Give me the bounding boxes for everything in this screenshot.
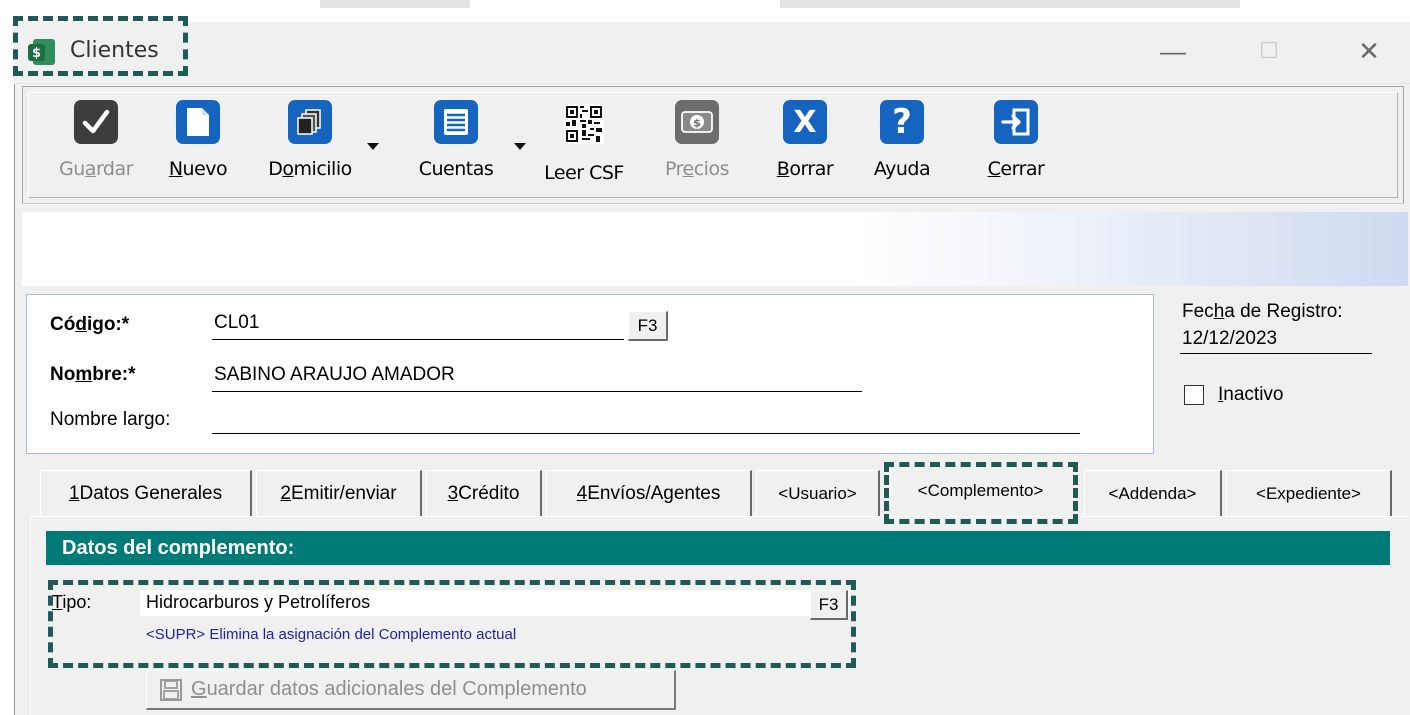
domicilio-button[interactable]: Domicilio [262,100,358,196]
guardar-label: Guardar [59,158,133,180]
maximize-button[interactable]: ☐ [1246,30,1292,72]
borrar-button[interactable]: X Borrar [770,100,840,196]
money-icon: $ [675,100,719,144]
codigo-lookup-button[interactable]: F3 [628,311,668,341]
exit-door-icon [994,100,1038,144]
precios-label: Precios [665,158,729,180]
cuentas-dropdown-icon[interactable] [514,143,526,150]
close-window-button[interactable]: ✕ [1346,30,1392,72]
tab-addenda[interactable]: <Addenda> [1084,470,1222,516]
title-highlight-box [13,16,188,76]
leer-csf-button[interactable]: Leer CSF [534,104,634,200]
tab-credito[interactable]: 3 Crédito [426,470,542,516]
qr-code-icon [564,104,604,144]
minimize-button[interactable]: — [1150,30,1196,72]
codigo-field[interactable]: CL01 [212,312,624,340]
leer-csf-label: Leer CSF [544,162,624,184]
nuevo-button[interactable]: Nuevo [160,100,236,196]
help-icon: ? [880,100,924,144]
nombre-largo-label: Nombre largo: [50,409,171,430]
nuevo-label: Nuevo [168,158,228,180]
minimize-icon: — [1160,35,1186,66]
nombre-label: Nombre:* [50,364,136,385]
close-icon: ✕ [1358,35,1380,66]
tab-envios-agentes[interactable]: 4 Envíos/Agentes [546,470,752,516]
header-band [22,212,1408,286]
cuentas-button[interactable]: Cuentas [410,100,502,196]
domicilio-dropdown-icon[interactable] [367,143,379,150]
address-book-icon [288,100,332,144]
cerrar-label: Cerrar [987,158,1045,180]
cerrar-button[interactable]: Cerrar [980,100,1052,196]
inactivo-checkbox[interactable] [1184,385,1204,405]
maximize-icon: ☐ [1259,38,1279,63]
tab-emitir-enviar[interactable]: 2 Emitir/enviar [256,470,422,516]
cuentas-label: Cuentas [418,158,494,180]
list-icon [434,100,478,144]
fecha-registro-label: Fecha de Registro: [1182,301,1343,322]
delete-x-icon: X [783,100,827,144]
tab-expediente[interactable]: <Expediente> [1226,470,1392,516]
guardar-button[interactable]: Guardar [52,100,140,196]
tab-datos-generales[interactable]: 1 Datos Generales [40,470,252,516]
title-bar [14,22,1410,84]
guardar-complemento-label: Guardar datos adicionales del Complement… [191,678,587,700]
svg-text:$: $ [693,117,701,130]
fecha-registro-field[interactable]: 12/12/2023 [1180,328,1372,354]
precios-button[interactable]: $ Precios [656,100,738,196]
codigo-label: Código:* [50,314,130,335]
save-disk-icon [159,678,183,702]
tab-usuario[interactable]: <Usuario> [756,470,880,516]
section-header: Datos del complemento: [46,531,1390,565]
ayuda-label: Ayuda [873,158,931,180]
borrar-label: Borrar [776,158,834,180]
nombre-largo-field[interactable] [212,406,1080,434]
complemento-tab-highlight-box [884,462,1078,524]
tipo-highlight-box [48,580,856,668]
domicilio-label: Domicilio [268,158,352,180]
ayuda-button[interactable]: ? Ayuda [864,100,940,196]
nombre-field[interactable]: SABINO ARAUJO AMADOR [212,364,862,392]
inactivo-label: Inactivo [1218,384,1284,405]
guardar-complemento-button[interactable]: Guardar datos adicionales del Complement… [146,670,676,710]
new-document-icon [176,100,220,144]
checkmark-icon [74,100,118,144]
background-strip [0,0,1410,22]
